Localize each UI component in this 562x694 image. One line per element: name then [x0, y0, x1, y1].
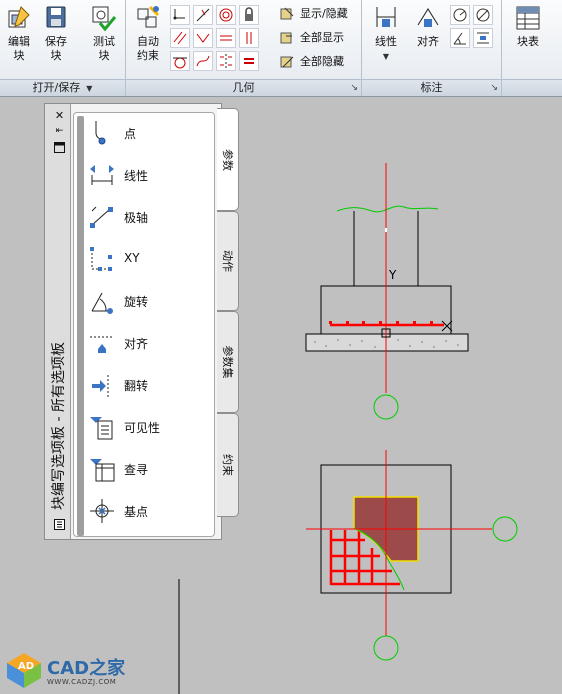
- alignment-parameter-icon: [90, 336, 114, 353]
- tool-label: 极轴: [124, 211, 149, 225]
- tab-actions[interactable]: 动作: [217, 211, 239, 311]
- tool-label: 基点: [124, 505, 149, 519]
- plan-view: [306, 450, 518, 661]
- tool-label: 查寻: [124, 463, 149, 477]
- palette-scrollbar[interactable]: [77, 116, 84, 536]
- lookup-parameter-icon: [90, 459, 115, 482]
- tab-label: 约束: [220, 454, 234, 476]
- tool-visibility-parameter[interactable]: 可见性: [88, 409, 212, 443]
- auto-hide-icon[interactable]: ⇤: [54, 126, 65, 137]
- tool-label: 对齐: [124, 337, 149, 351]
- xy-parameter-icon: [90, 247, 112, 271]
- point-parameter-icon: [95, 121, 106, 145]
- watermark-text: CAD之家: [47, 658, 126, 679]
- tab-label: 动作: [220, 250, 234, 272]
- rotation-parameter-icon: [91, 292, 113, 314]
- palette-tabs: 参数 动作 参数集 约束: [217, 108, 239, 538]
- tool-rotation-parameter[interactable]: 旋转: [88, 283, 212, 317]
- tool-label: 点: [124, 127, 137, 141]
- tab-label: 参数: [220, 148, 234, 171]
- tool-linear-parameter[interactable]: 线性: [88, 157, 212, 191]
- properties-icon[interactable]: [54, 142, 65, 153]
- tool-alignment-parameter[interactable]: 对齐: [88, 325, 212, 359]
- tool-lookup-parameter[interactable]: 查寻: [88, 451, 212, 485]
- tab-parameters[interactable]: 参数: [217, 108, 239, 211]
- svg-text:AD: AD: [18, 661, 34, 672]
- tool-polar-parameter[interactable]: 极轴: [88, 199, 212, 233]
- polar-parameter-icon: [90, 206, 113, 228]
- base-point-parameter-icon: [90, 499, 114, 523]
- logo-icon: AD: [7, 653, 41, 688]
- watermark-url: WWW.CADZJ.COM: [47, 678, 117, 686]
- tool-flip-parameter[interactable]: 翻转: [88, 367, 212, 401]
- grip-circle[interactable]: [492, 516, 518, 542]
- grip-circle[interactable]: [373, 394, 399, 420]
- visibility-parameter-icon: [90, 417, 113, 440]
- tool-point-parameter[interactable]: 点: [88, 115, 212, 149]
- close-icon[interactable]: ✕: [54, 110, 65, 121]
- palette-title: 块编写选项板 - 所有选项板: [51, 342, 67, 510]
- tab-label: 参数集: [220, 345, 234, 379]
- elevation-view: Y: [305, 163, 469, 420]
- block-authoring-palette: ✕ ⇤ 块编写选项板 - 所有选项板 点 线性 极轴 XY 旋转 对齐 翻转 可…: [44, 103, 239, 540]
- tool-label: XY: [124, 251, 140, 265]
- tool-label: 可见性: [124, 421, 161, 435]
- tab-parameter-sets[interactable]: 参数集: [217, 311, 239, 413]
- break-line: [336, 205, 439, 213]
- watermark: AD CAD之家 WWW.CADZJ.COM: [4, 650, 144, 690]
- axis-y-label: Y: [388, 268, 397, 282]
- tab-constraints[interactable]: 约束: [217, 413, 239, 517]
- tool-label: 旋转: [124, 295, 149, 309]
- tool-label: 翻转: [124, 379, 149, 393]
- tool-label: 线性: [124, 169, 149, 183]
- grip-circle[interactable]: [373, 635, 399, 661]
- tool-xy-parameter[interactable]: XY: [88, 241, 212, 275]
- linear-parameter-icon: [90, 165, 114, 185]
- flip-parameter-icon: [92, 375, 109, 397]
- palette-options-icon[interactable]: [54, 519, 65, 530]
- palette-tool-list: 点 线性 极轴 XY 旋转 对齐 翻转 可见性 查寻 基点: [73, 112, 215, 537]
- palette-titlebar[interactable]: ✕ ⇤ 块编写选项板 - 所有选项板: [45, 104, 71, 539]
- tool-base-point-parameter[interactable]: 基点: [88, 493, 212, 527]
